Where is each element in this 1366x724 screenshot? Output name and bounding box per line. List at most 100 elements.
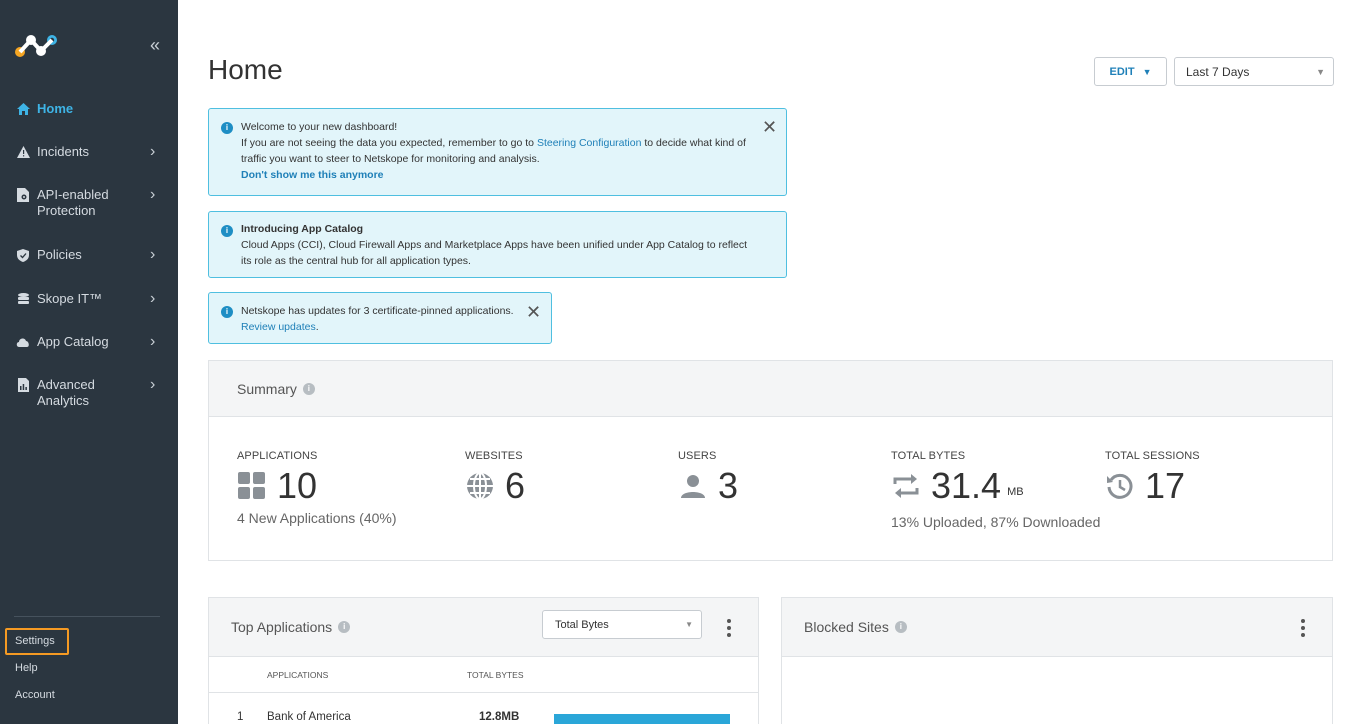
date-range-value: Last 7 Days [1186, 64, 1250, 79]
more-options-icon[interactable] [727, 617, 733, 640]
top-applications-header: Top Applications i Total Bytes ▼ [209, 598, 758, 657]
metric-select-value: Total Bytes [555, 618, 609, 631]
metric-users[interactable]: USERS 3 [678, 450, 738, 504]
metric-value: 17 [1145, 465, 1186, 506]
sidebar-settings-link[interactable]: Settings [15, 635, 55, 647]
app-catalog-banner: i Introducing App Catalog Cloud Apps (CC… [208, 211, 787, 278]
sidebar-item-label: Skope IT™ [37, 291, 103, 306]
user-icon [678, 471, 708, 501]
globe-icon [465, 471, 495, 501]
sidebar-item-policies[interactable]: Policies › [0, 247, 178, 263]
info-icon[interactable]: i [302, 382, 315, 395]
blocked-sites-header: Blocked Sites i [782, 598, 1332, 657]
widget-title: Top Applications [231, 619, 333, 635]
column-header-total-bytes[interactable]: TOTAL BYTES [467, 670, 524, 680]
row-app-name[interactable]: Bank of America [267, 711, 351, 723]
sidebar-item-api-protection[interactable]: API-enabled Protection › [0, 187, 178, 219]
metric-applications[interactable]: APPLICATIONS 10 4 New Applications (40%) [237, 450, 397, 526]
metric-subtext: 4 New Applications (40%) [237, 510, 397, 526]
caret-down-icon: ▼ [1316, 67, 1325, 77]
metric-value: 6 [505, 465, 526, 506]
sidebar-item-incidents[interactable]: Incidents › [0, 144, 178, 160]
widget-title: Blocked Sites [804, 619, 889, 635]
info-icon[interactable]: i [338, 621, 351, 633]
welcome-line-3: traffic you want to steer to Netskope fo… [241, 153, 540, 165]
chevron-right-icon: › [150, 246, 156, 263]
row-bytes-bar [554, 714, 730, 724]
metric-subtext: 13% Uploaded, 87% Downloaded [891, 514, 1101, 530]
table-row[interactable]: 1 Bank of America 12.8MB [209, 693, 758, 724]
review-updates-link[interactable]: Review updates [241, 321, 316, 333]
chevron-right-icon: › [150, 376, 156, 393]
page-title: Home [208, 54, 283, 85]
welcome-line-1: Welcome to your new dashboard! [241, 121, 398, 133]
cloud-icon [16, 334, 30, 350]
caret-down-icon: ▼ [1142, 66, 1152, 77]
home-icon [16, 101, 30, 117]
sidebar-account-link[interactable]: Account [15, 689, 55, 701]
certificate-line-2: Review updates. [241, 319, 514, 335]
row-total-bytes: 12.8MB [479, 711, 520, 723]
sidebar-item-label: Advanced Analytics [37, 377, 95, 408]
sidebar-help-link[interactable]: Help [15, 662, 38, 674]
welcome-line-2: If you are not seeing the data you expec… [241, 135, 746, 151]
sidebar-item-label: Policies [37, 247, 82, 262]
info-icon: i [221, 225, 233, 237]
metric-websites[interactable]: WEBSITES 6 [465, 450, 525, 504]
sidebar-item-label: Incidents [37, 144, 90, 159]
chevron-right-icon: › [150, 290, 156, 307]
welcome-banner: i Welcome to your new dashboard! If you … [208, 108, 787, 196]
history-icon [1105, 471, 1135, 501]
metric-value: 10 [277, 465, 318, 506]
sidebar-item-skope-it[interactable]: Skope IT™ › [0, 291, 178, 307]
metric-select[interactable]: Total Bytes ▼ [542, 610, 702, 639]
summary-title: Summary [237, 380, 297, 397]
sidebar-item-home[interactable]: Home [0, 101, 178, 117]
metric-label: TOTAL SESSIONS [1105, 450, 1200, 462]
sidebar-item-advanced-analytics[interactable]: Advanced Analytics › [0, 377, 178, 409]
close-icon[interactable]: ✕ [526, 303, 541, 321]
welcome-line-2-text: If you are not seeing the data you expec… [241, 137, 537, 149]
app-catalog-title: Introducing App Catalog [241, 223, 364, 235]
warning-icon [16, 144, 30, 160]
row-rank: 1 [237, 711, 244, 723]
blocked-sites-widget: Blocked Sites i [781, 597, 1333, 724]
more-options-icon[interactable] [1301, 617, 1307, 640]
netskope-logo[interactable] [14, 32, 62, 60]
metric-total-bytes[interactable]: TOTAL BYTES 31.4 MB 13% Uploaded, 87% Do… [891, 450, 1100, 530]
sidebar-divider [14, 616, 160, 617]
certificate-line-1: Netskope has updates for 3 certificate-p… [241, 305, 514, 317]
report-icon [16, 377, 30, 393]
transfer-arrows-icon [891, 471, 921, 501]
chevron-right-icon: › [150, 186, 156, 203]
column-header-applications[interactable]: APPLICATIONS [267, 670, 328, 680]
close-icon[interactable]: ✕ [762, 118, 777, 136]
metric-unit: MB [1007, 486, 1024, 498]
edit-button[interactable]: EDIT ▼ [1094, 57, 1167, 86]
certificate-banner-text: Netskope has updates for 3 certificate-p… [241, 303, 514, 335]
app-catalog-line-1: Cloud Apps (CCI), Cloud Firewall Apps an… [241, 239, 748, 251]
sidebar-item-label: App Catalog [37, 334, 109, 349]
chevron-right-icon: › [150, 333, 156, 350]
steering-configuration-link[interactable]: Steering Configuration [537, 137, 641, 149]
document-gear-icon [16, 187, 30, 203]
info-icon[interactable]: i [894, 621, 907, 633]
date-range-select[interactable]: Last 7 Days ▼ [1174, 57, 1334, 86]
certificate-updates-banner: i Netskope has updates for 3 certificate… [208, 292, 552, 344]
metric-value: 31.4 [931, 465, 1002, 506]
sidebar: « Home Incidents › API-enabled Protectio… [0, 0, 178, 724]
grid-icon [237, 471, 267, 501]
dont-show-again-link[interactable]: Don't show me this anymore [241, 167, 746, 183]
database-icon [16, 291, 30, 307]
sidebar-item-app-catalog[interactable]: App Catalog › [0, 334, 178, 350]
metric-label: USERS [678, 450, 717, 462]
sidebar-item-label: API-enabled Protection [37, 187, 109, 218]
app-catalog-banner-text: Introducing App Catalog Cloud Apps (CCI)… [241, 221, 747, 269]
top-applications-widget: Top Applications i Total Bytes ▼ APPLICA… [208, 597, 759, 724]
summary-panel: Summary i APPLICATIONS 10 4 New Applicat… [208, 360, 1333, 561]
app-catalog-line-2: its role as the central hub for all appl… [241, 255, 471, 267]
shield-icon [16, 247, 30, 263]
metric-total-sessions[interactable]: TOTAL SESSIONS 17 [1105, 450, 1200, 504]
edit-button-label: EDIT [1109, 65, 1135, 78]
collapse-sidebar-icon[interactable]: « [150, 36, 160, 54]
